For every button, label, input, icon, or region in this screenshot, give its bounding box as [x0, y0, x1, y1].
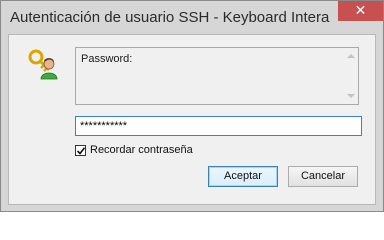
prompt-scrollbar[interactable] [344, 48, 358, 104]
window-title: Autenticación de usuario SSH - Keyboard … [10, 9, 330, 26]
password-input[interactable] [75, 116, 362, 136]
checkmark-icon [76, 147, 86, 155]
title-bar[interactable]: Autenticación de usuario SSH - Keyboard … [1, 1, 383, 34]
cancel-button[interactable]: Cancelar [288, 166, 358, 187]
remember-password-checkbox[interactable] [75, 145, 86, 156]
close-icon: ✕ [354, 3, 367, 19]
accept-button[interactable]: Aceptar [208, 166, 278, 187]
key-user-icon [27, 48, 61, 82]
scroll-up-arrow-icon[interactable] [347, 54, 355, 58]
prompt-label: Password: [81, 53, 133, 65]
remember-password-label: Recordar contraseña [90, 144, 193, 156]
prompt-area: Password: [75, 47, 359, 105]
close-button[interactable]: ✕ [338, 1, 383, 21]
scroll-down-arrow-icon[interactable] [347, 94, 355, 98]
dialog-window: Autenticación de usuario SSH - Keyboard … [0, 0, 384, 212]
dialog-body: Password: Recordar contraseña Aceptar Ca… [8, 34, 376, 205]
